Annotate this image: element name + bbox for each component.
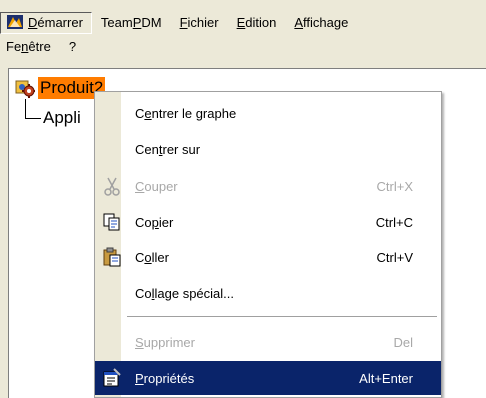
menu-row-2: Fenêtre ?	[0, 36, 85, 58]
ctx-item-copier[interactable]: Copier Ctrl+C	[95, 205, 441, 239]
menu-demarrer-label-ul: D	[28, 15, 38, 30]
paste-icon	[101, 246, 123, 268]
ctx-item-coller[interactable]: Coller Ctrl+V	[95, 240, 441, 274]
menu-edition-label-ul: E	[236, 15, 246, 30]
ctx-label-coller: Coller	[135, 250, 169, 265]
ctx-label-centrer-graphe-pre: C	[135, 105, 145, 121]
menu-affichage[interactable]: Affichage	[285, 12, 357, 34]
ctx-item-proprietes[interactable]: Propriétés Alt+Enter	[95, 361, 441, 395]
menu-help-label: ?	[68, 39, 77, 54]
ctx-item-couper[interactable]: Couper Ctrl+X	[95, 169, 441, 203]
ctx-label-centrer-sur-post: rer sur	[162, 141, 201, 157]
ctx-item-centrer-sur[interactable]: Centrer sur	[95, 132, 441, 166]
menu-fenetre-label-pre: Fe	[6, 39, 22, 54]
ctx-label-proprietes-post: ropriétés	[143, 370, 195, 386]
ctx-shortcut-couper: Ctrl+X	[376, 178, 413, 194]
tree-child-label[interactable]: Appli	[43, 107, 81, 129]
ctx-label-supprimer-ul: S	[135, 334, 144, 350]
ctx-label-copier: Copier	[135, 215, 173, 230]
product-gear-icon	[15, 80, 35, 98]
menu-fichier-label-post: ichier	[187, 15, 219, 30]
tree-connector-vertical	[25, 99, 26, 118]
catia-logo-icon	[7, 15, 23, 29]
ctx-label-couper: Couper	[135, 179, 178, 194]
scissors-icon	[101, 175, 123, 197]
ctx-label-centrer-sur: Centrer sur	[135, 142, 200, 157]
ctx-label-centrer-graphe-post: ntrer le graphe	[151, 105, 237, 121]
menu-fichier-label-ul: F	[179, 15, 188, 30]
menu-row-1: Démarrer TeamPDM Fichier Edition Afficha…	[0, 12, 357, 34]
menu-teampdm-label-pre: Team	[100, 15, 133, 30]
ctx-label-coller-pre: C	[135, 249, 145, 265]
menu-edition[interactable]: Edition	[228, 12, 286, 34]
ctx-label-collage-special: Collage spécial...	[135, 286, 234, 301]
ctx-label-collage-special-post: lage spécial...	[154, 285, 235, 301]
menu-affichage-label-ul: A	[294, 15, 304, 30]
ctx-item-centrer-graphe[interactable]: Centrer le graphe	[95, 96, 441, 130]
menu-help[interactable]: ?	[60, 36, 85, 58]
menu-fenetre-label-post: être	[28, 39, 51, 54]
tree-connector-horizontal	[25, 118, 41, 119]
ctx-item-collage-special[interactable]: Collage spécial...	[95, 276, 441, 310]
menu-affichage-label-post: ffichage	[303, 15, 349, 30]
copy-icon	[101, 211, 123, 233]
ctx-label-couper-ul: C	[135, 178, 145, 194]
ctx-label-centrer-graphe: Centrer le graphe	[135, 106, 236, 121]
ctx-label-supprimer-post: upprimer	[143, 334, 195, 350]
menu-teampdm[interactable]: TeamPDM	[92, 12, 171, 34]
ctx-item-supprimer[interactable]: Supprimer Del	[95, 325, 441, 359]
ctx-label-centrer-graphe-ul: e	[144, 105, 152, 121]
ctx-shortcut-copier: Ctrl+C	[375, 214, 413, 230]
ctx-label-proprietes: Propriétés	[135, 371, 194, 386]
properties-icon	[101, 367, 123, 389]
menu-edition-label-post: dition	[245, 15, 277, 30]
menu-demarrer-label-post: émarrer	[37, 15, 83, 30]
context-menu-separator	[127, 316, 437, 318]
menu-fichier[interactable]: Fichier	[171, 12, 228, 34]
ctx-label-proprietes-ul: P	[135, 370, 144, 386]
ctx-shortcut-coller: Ctrl+V	[376, 249, 413, 265]
ctx-label-copier-post: ier	[158, 214, 174, 230]
ctx-label-couper-post: ouper	[144, 178, 178, 194]
context-menu: Centrer le graphe Centrer sur Couper Ctr…	[94, 91, 442, 398]
menu-teampdm-label-post: DM	[141, 15, 162, 30]
menu-fenetre[interactable]: Fenêtre	[0, 36, 60, 58]
menu-bar: Démarrer TeamPDM Fichier Edition Afficha…	[0, 0, 486, 70]
ctx-label-supprimer: Supprimer	[135, 335, 195, 350]
ctx-label-copier-pre: Co	[135, 214, 152, 230]
ctx-label-coller-post: ller	[151, 249, 169, 265]
ctx-label-coller-ul: o	[144, 249, 152, 265]
ctx-shortcut-supprimer: Del	[393, 334, 413, 350]
ctx-label-centrer-sur-pre: Cen	[135, 141, 159, 157]
ctx-label-collage-special-pre: Co	[135, 285, 152, 301]
ctx-label-copier-ul: p	[151, 214, 159, 230]
tree-node-root[interactable]: Produit2	[15, 77, 106, 99]
menu-demarrer[interactable]: Démarrer	[0, 12, 92, 34]
ctx-shortcut-proprietes: Alt+Enter	[359, 370, 413, 386]
